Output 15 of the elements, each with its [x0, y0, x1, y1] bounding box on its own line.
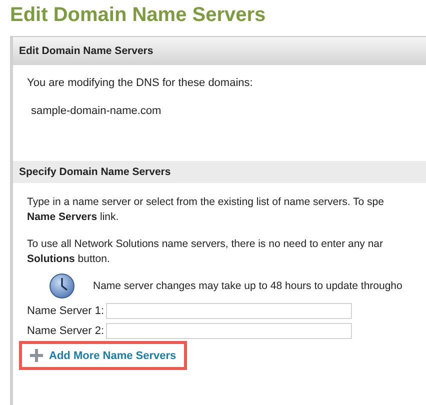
plus-icon: [30, 349, 43, 362]
notice-text: Name server changes may take up to 48 hours to update througho: [93, 280, 402, 292]
clock-icon: [49, 273, 75, 299]
section-header: Specify Domain Name Servers: [13, 161, 426, 183]
name-server-field[interactable]: [106, 303, 352, 319]
field-label: Name Server 1:: [27, 305, 104, 317]
field-label: Name Server 2:: [27, 325, 104, 337]
panel-header: Edit Domain Name Servers: [13, 37, 426, 65]
page-title: Edit Domain Name Servers: [10, 4, 267, 27]
instruction-text: To use all Network Solutions name servers, there is no need to enter any nar Solutions button.: [27, 237, 384, 267]
instruction-text: Type in a name server or select from the existing list of name servers. To spe Name Servers link.: [27, 195, 385, 225]
intro-text: You are modifying the DNS for these domains:: [26, 76, 254, 89]
name-server-field[interactable]: [106, 323, 352, 339]
domain-name: sample-domain-name.com: [30, 104, 162, 117]
add-name-servers-link[interactable]: Add More Name Servers: [49, 350, 176, 362]
